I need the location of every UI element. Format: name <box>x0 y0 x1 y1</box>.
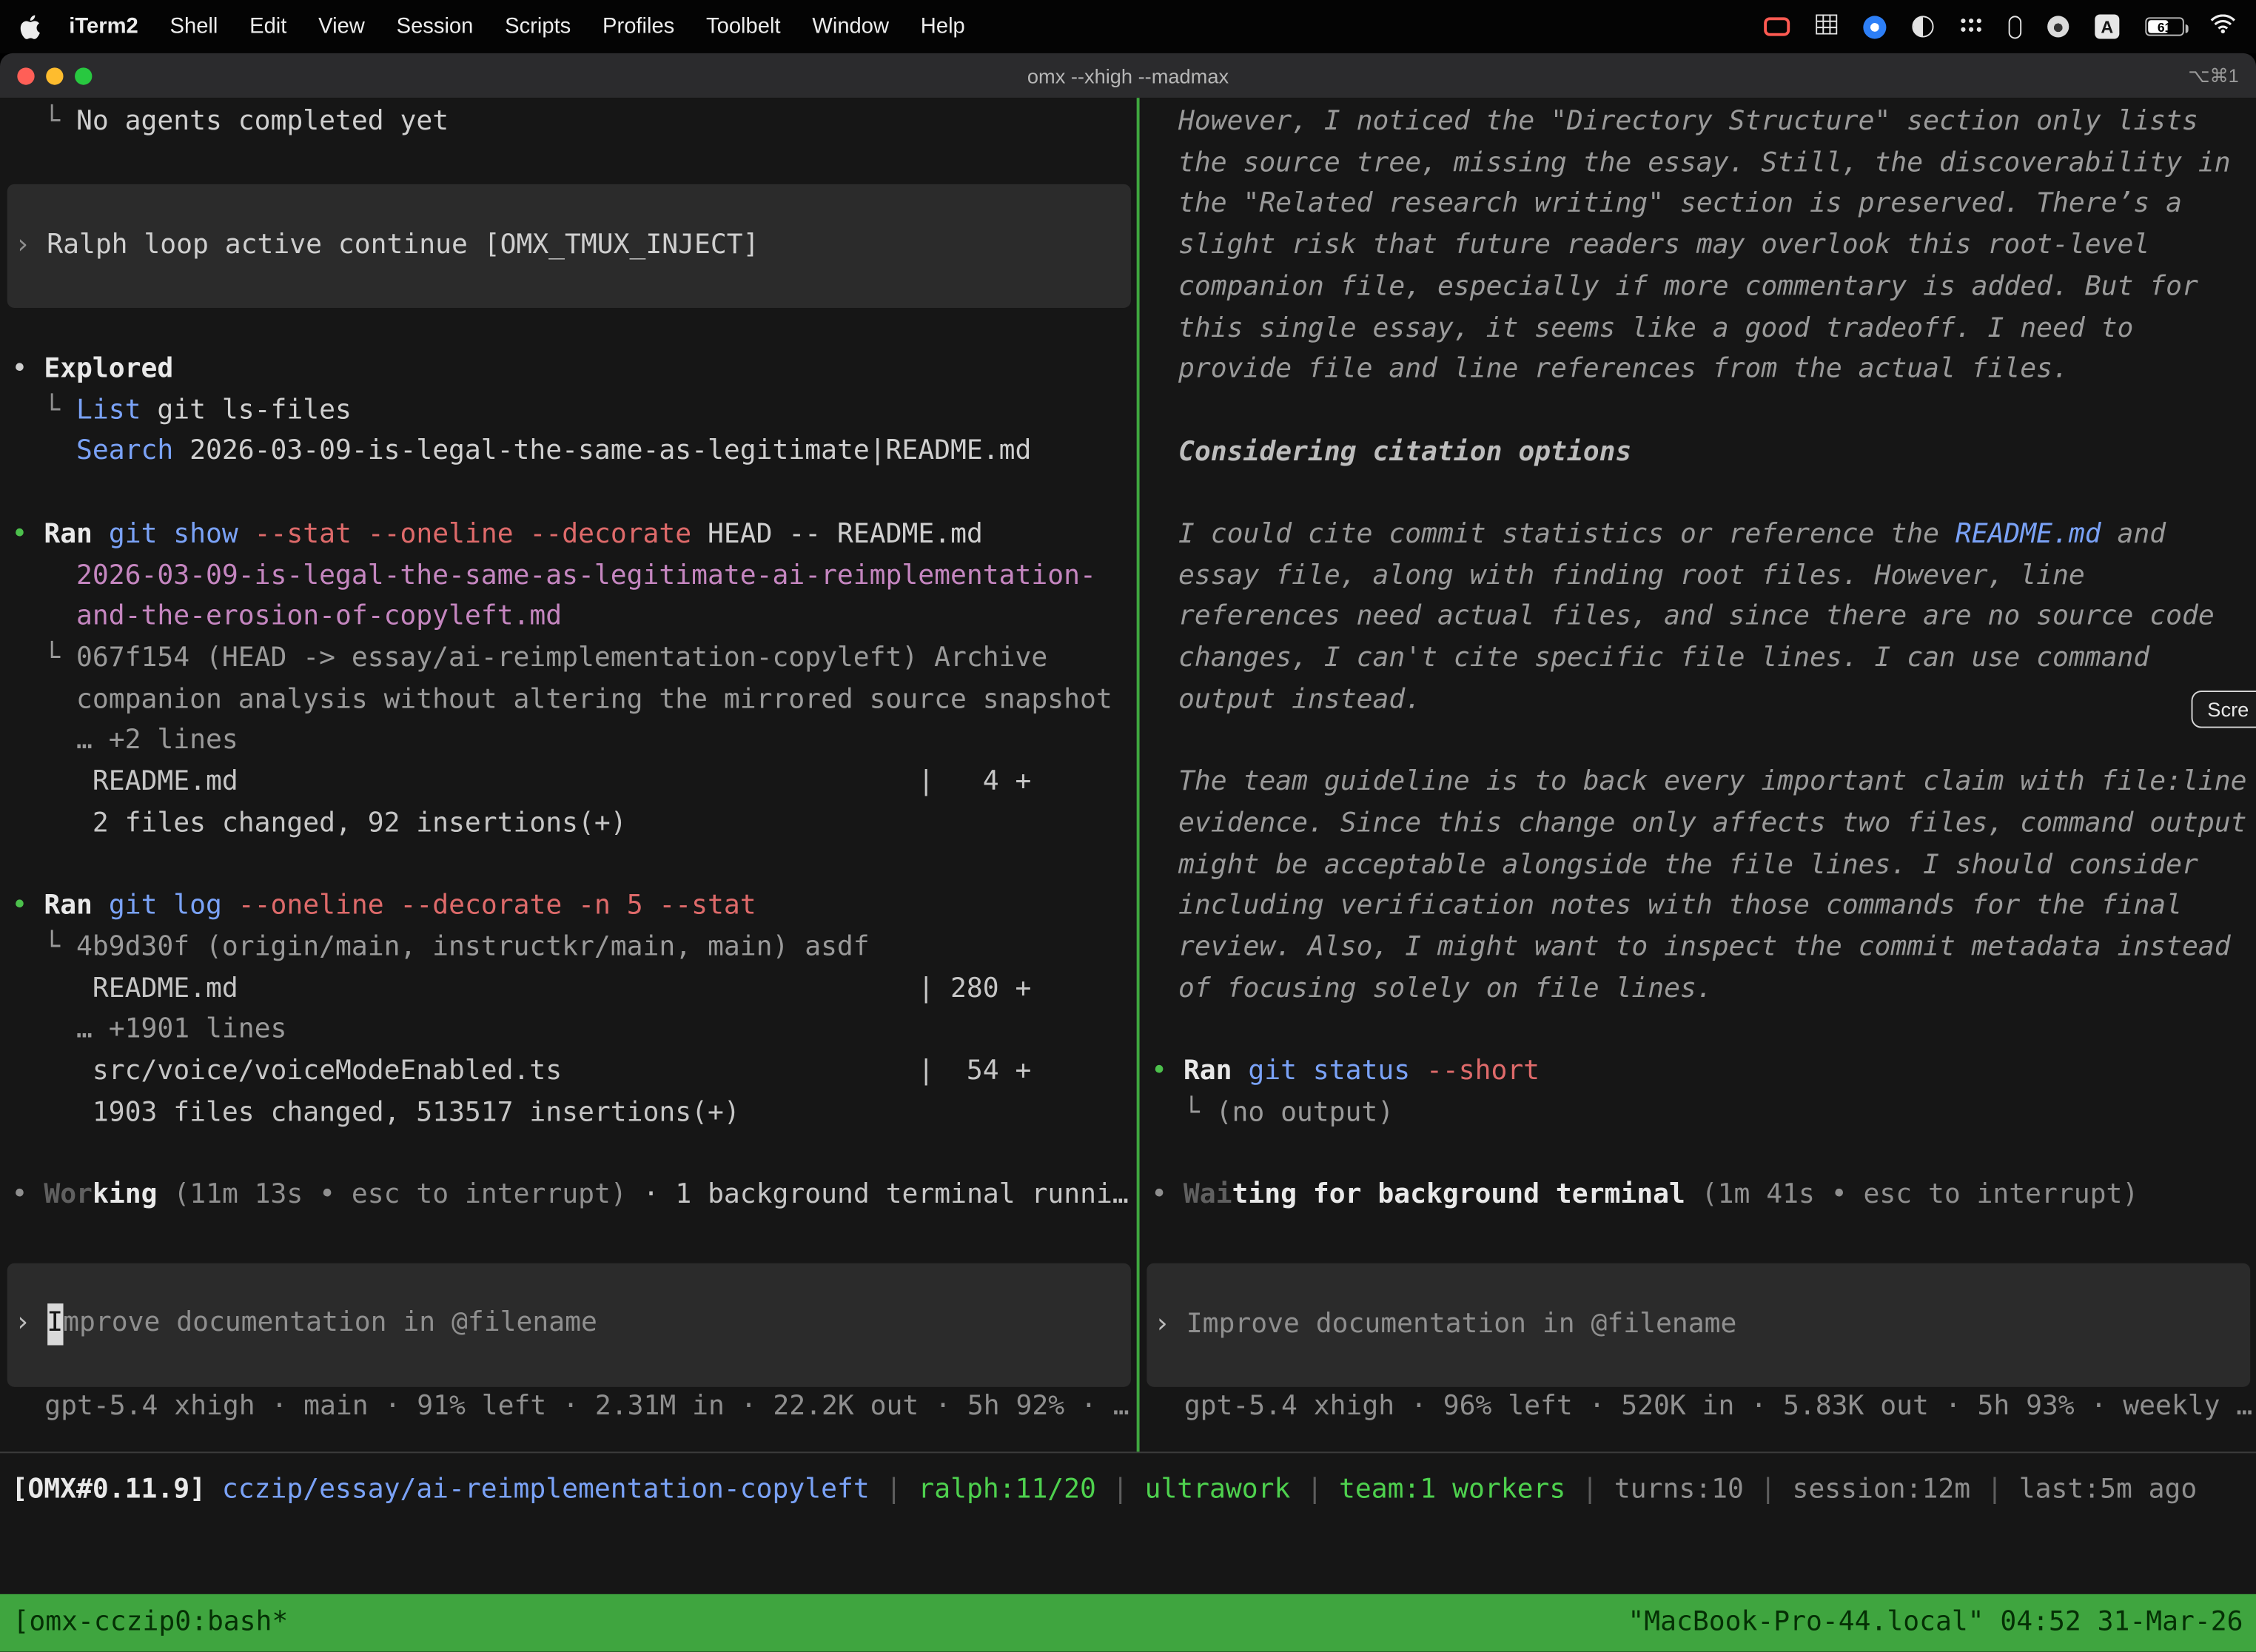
omx-ralph-count: ralph:11/20 <box>918 1474 1096 1505</box>
waiting-status-line: • Waiting for background terminal (1m 41… <box>1151 1176 2256 1218</box>
menu-item-iterm2[interactable]: iTerm2 <box>53 14 154 38</box>
menu-bar: iTerm2 Shell Edit View Session Scripts P… <box>0 0 2256 53</box>
diffstat-line: src/voice/voiceModeEnabled.ts | 54 + <box>12 1052 1137 1093</box>
tmux-host-clock: "MacBook-Pro-44.local" 04:52 31-Mar-26 <box>1628 1602 2243 1644</box>
working-status-line: • Working (11m 13s • esc to interrupt) ·… <box>12 1175 1137 1217</box>
apple-menu-icon[interactable] <box>20 13 41 39</box>
explored-line: • Explored <box>12 350 1137 392</box>
menu-item-window[interactable]: Window <box>796 14 904 38</box>
screen-recording-indicator-icon[interactable] <box>1764 17 1790 36</box>
blue-app-icon[interactable] <box>1863 15 1886 38</box>
menu-item-edit[interactable]: Edit <box>234 14 303 38</box>
omx-team: team:1 workers <box>1339 1474 1565 1505</box>
more-lines-ellipsis: … +1901 lines <box>12 1010 1137 1052</box>
more-lines-ellipsis: … +2 lines <box>12 722 1137 763</box>
menu-item-shell[interactable]: Shell <box>154 14 234 38</box>
prompt-chevron: › <box>14 1304 47 1346</box>
ran-git-log-line: • Ran git log --oneline --decorate -n 5 … <box>12 887 1137 928</box>
essay-filename-line-2: and-the-erosion-of-copyleft.md <box>12 597 1137 639</box>
omx-last-activity: last:5m ago <box>2019 1474 2198 1505</box>
input-source-icon[interactable]: A <box>2095 14 2119 38</box>
session-stats: gpt-5.4 xhigh · 96% left · 520K in · 5.8… <box>1151 1387 2256 1428</box>
omx-turns: turns:10 <box>1614 1474 1744 1505</box>
bullet: • <box>1151 1056 1184 1087</box>
prompt-chevron: › <box>14 226 47 267</box>
session-stats: gpt-5.4 xhigh · main · 91% left · 2.31M … <box>12 1387 1137 1428</box>
reasoning-paragraph: However, I noticed the "Directory Struct… <box>1178 102 2256 392</box>
commit-output-line: └ 4b9d30f (origin/main, instructkr/main,… <box>12 928 1137 970</box>
terminal: └ No agents completed yet › Ralph loop a… <box>0 98 2256 1651</box>
prompt-chevron: › <box>1154 1304 1186 1346</box>
input-placeholder: Improve documentation in @filename <box>1186 1304 1737 1346</box>
readme-link[interactable]: README.md <box>1955 520 2101 550</box>
reasoning-paragraph: The team guideline is to back every impo… <box>1178 763 2256 1011</box>
diffstat-summary: 2 files changed, 92 insertions(+) <box>12 804 1137 845</box>
tree-connector: └ <box>12 395 77 426</box>
omx-branch: cczip/essay/ai-reimplementation-copyleft <box>222 1474 870 1505</box>
ran-git-show-line: • Ran git show --stat --oneline --decora… <box>12 515 1137 557</box>
contrast-circle-icon[interactable] <box>1912 16 1933 37</box>
commit-output-line: companion analysis without altering the … <box>12 680 1137 722</box>
omx-version: [OMX#0.11.9] <box>12 1474 222 1505</box>
battery-nub <box>2185 24 2189 33</box>
bullet: • <box>12 1180 44 1210</box>
prompt-input[interactable]: › Improve documentation in @filename <box>7 1263 1131 1386</box>
command-output-line: └ (no output) <box>1151 1093 2256 1135</box>
diffstat-line: README.md | 280 + <box>12 969 1137 1010</box>
omx-status-bar: [OMX#0.11.9] cczip/essay/ai-reimplementa… <box>0 1453 2256 1511</box>
menu-item-scripts[interactable]: Scripts <box>489 14 587 38</box>
omx-session-time: session:12m <box>1792 1474 1970 1505</box>
right-pane[interactable]: However, I noticed the "Directory Struct… <box>1140 98 2256 1451</box>
battery-percent: 61 <box>2146 19 2183 34</box>
essay-filename-line-1: 2026-03-09-is-legal-the-same-as-legitima… <box>12 556 1137 597</box>
ralph-banner[interactable]: › Ralph loop active continue [OMX_TMUX_I… <box>7 185 1131 309</box>
diffstat-summary: 1903 files changed, 513517 insertions(+) <box>12 1093 1137 1135</box>
commit-output-line: └ 067f154 (HEAD -> essay/ai-reimplementa… <box>12 639 1137 680</box>
tmux-session-window: [omx-cczip0:bash* <box>13 1602 288 1644</box>
menu-item-view[interactable]: View <box>303 14 380 38</box>
grid-icon[interactable] <box>1816 13 1837 39</box>
window-shortcut-badge: ⌥⌘1 <box>2188 64 2256 87</box>
text-cursor: I <box>47 1304 63 1346</box>
pill-app-icon[interactable] <box>2009 15 2021 38</box>
ran-git-status-line: • Ran git status --short <box>1151 1052 2256 1093</box>
search-command-line: Search 2026-03-09-is-legal-the-same-as-l… <box>12 432 1137 474</box>
menu-item-session[interactable]: Session <box>380 14 489 38</box>
list-command-line: └ List git ls-files <box>12 391 1137 432</box>
diffstat-line: README.md | 4 + <box>12 762 1137 804</box>
bullet: • <box>1151 1180 1184 1210</box>
ralph-banner-text: Ralph loop active continue [OMX_TMUX_INJ… <box>47 226 759 267</box>
reasoning-paragraph: I could cite commit statistics or refere… <box>1178 515 2256 722</box>
menu-item-help[interactable]: Help <box>904 14 981 38</box>
window-title: omx --xhigh --madmax <box>0 64 2256 87</box>
agents-note-line: └ No agents completed yet <box>12 102 1137 144</box>
input-placeholder: mprove documentation in @filename <box>63 1304 597 1346</box>
screen: iTerm2 Shell Edit View Session Scripts P… <box>0 0 2256 1652</box>
omx-mode: ultrawork <box>1145 1474 1291 1505</box>
battery-icon[interactable]: 61 <box>2145 17 2183 36</box>
iterm-window: omx --xhigh --madmax ⌥⌘1 └ No agents com… <box>0 53 2256 1652</box>
screen-share-button[interactable]: Scre <box>2192 691 2256 728</box>
prompt-input[interactable]: › Improve documentation in @filename <box>1147 1263 2250 1387</box>
bullet: • <box>12 891 44 921</box>
left-pane[interactable]: └ No agents completed yet › Ralph loop a… <box>0 98 1137 1451</box>
tree-connector: └ <box>12 107 77 137</box>
menu-item-toolbelt[interactable]: Toolbelt <box>691 14 796 38</box>
tmux-status-bar: [omx-cczip0:bash* "MacBook-Pro-44.local"… <box>0 1594 2256 1652</box>
apps-grid-icon[interactable] <box>1960 14 1983 38</box>
paw-app-icon[interactable] <box>2047 16 2069 37</box>
reasoning-heading: Considering citation options <box>1178 432 2256 474</box>
bullet: • <box>12 519 44 549</box>
title-bar[interactable]: omx --xhigh --madmax ⌥⌘1 <box>0 53 2256 98</box>
bullet: • <box>12 354 44 384</box>
wifi-icon[interactable] <box>2210 13 2236 39</box>
menu-item-profiles[interactable]: Profiles <box>587 14 691 38</box>
